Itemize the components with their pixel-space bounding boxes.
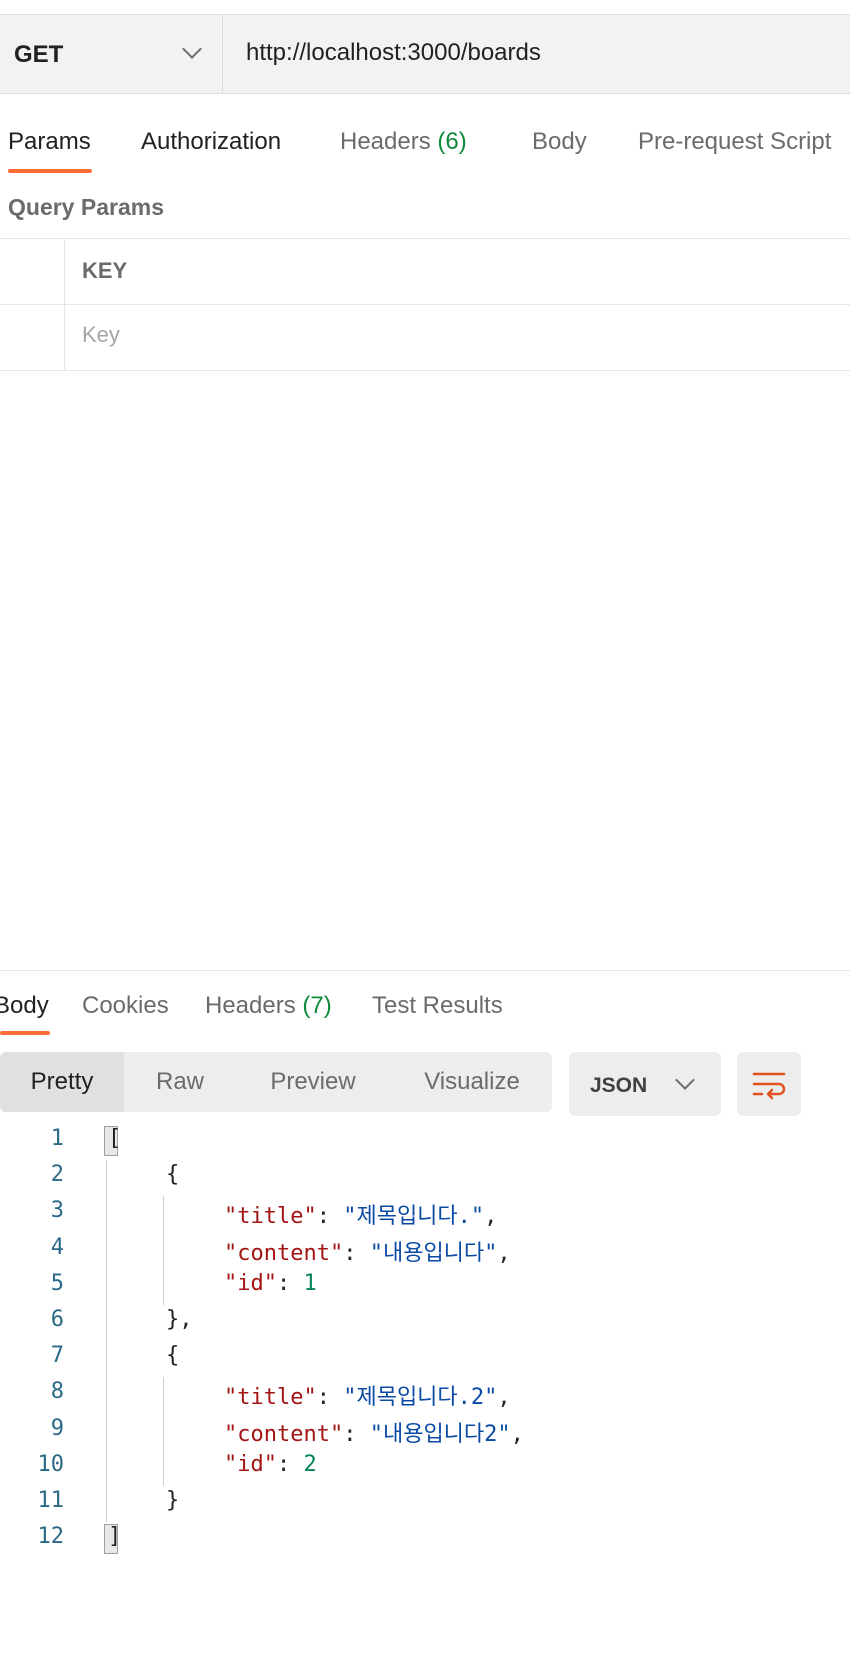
line-number: 9 bbox=[50, 1415, 64, 1441]
code-line: "content": "내용입니다", bbox=[224, 1235, 511, 1267]
indent-guide bbox=[163, 1196, 164, 1305]
json-string: "내용입니다2" bbox=[369, 1421, 511, 1447]
chevron-down-icon bbox=[182, 39, 202, 59]
json-punctuation: [ bbox=[108, 1126, 122, 1151]
json-punctuation: , bbox=[497, 1385, 511, 1411]
view-mode-visualize[interactable]: Visualize bbox=[410, 1052, 534, 1112]
line-number: 11 bbox=[37, 1488, 65, 1513]
json-key: "id" bbox=[224, 1270, 277, 1296]
table-divider bbox=[0, 304, 850, 305]
column-header-key: KEY bbox=[82, 258, 128, 283]
json-punctuation: ] bbox=[108, 1524, 122, 1550]
json-punctuation: : bbox=[343, 1421, 370, 1447]
method-select[interactable]: GET bbox=[0, 15, 223, 93]
format-label: JSON bbox=[590, 1074, 648, 1097]
json-punctuation: : bbox=[276, 1270, 304, 1296]
code-line: } bbox=[166, 1488, 179, 1513]
json-key: "id" bbox=[224, 1451, 277, 1477]
wrap-lines-button[interactable] bbox=[737, 1052, 801, 1116]
code-line: }, bbox=[166, 1307, 193, 1332]
json-punctuation: : bbox=[316, 1204, 344, 1230]
code-line: "title": "제목입니다.", bbox=[224, 1198, 497, 1230]
key-input[interactable]: Key bbox=[82, 322, 120, 348]
json-punctuation: }, bbox=[166, 1307, 193, 1332]
view-mode-pretty[interactable]: Pretty bbox=[0, 1052, 124, 1112]
url-input[interactable]: http://localhost:3000/boards bbox=[246, 39, 541, 67]
json-punctuation: { bbox=[166, 1343, 180, 1369]
tab-pre-request-script[interactable]: Pre-request Script bbox=[638, 128, 831, 156]
code-line: "id": 1 bbox=[224, 1271, 317, 1296]
format-select[interactable]: JSON bbox=[569, 1052, 721, 1116]
json-punctuation: , bbox=[484, 1204, 498, 1230]
query-params-title: Query Params bbox=[8, 194, 164, 220]
json-punctuation: : bbox=[316, 1385, 344, 1411]
code-line: [ bbox=[108, 1126, 121, 1151]
line-number: 5 bbox=[50, 1270, 64, 1296]
view-mode-raw[interactable]: Raw bbox=[136, 1052, 224, 1112]
json-punctuation: : bbox=[343, 1240, 370, 1266]
line-number: 3 bbox=[50, 1198, 64, 1224]
line-number: 6 bbox=[50, 1307, 64, 1332]
indent-guide bbox=[163, 1377, 164, 1486]
wrap-lines-icon bbox=[752, 1072, 786, 1100]
url-bar: GET http://localhost:3000/boards bbox=[0, 15, 850, 94]
json-punctuation: , bbox=[497, 1240, 511, 1266]
json-key: "title" bbox=[224, 1204, 317, 1230]
tab-params[interactable]: Params bbox=[8, 128, 91, 156]
headers-count: (6) bbox=[437, 128, 467, 155]
json-key: "content" bbox=[224, 1421, 344, 1447]
code-line: { bbox=[166, 1343, 179, 1368]
response-tab-cookies[interactable]: Cookies bbox=[82, 992, 169, 1020]
line-number: 4 bbox=[50, 1234, 64, 1260]
code-line: "id": 2 bbox=[224, 1452, 317, 1477]
table-column-divider bbox=[64, 238, 65, 370]
json-punctuation: : bbox=[276, 1451, 304, 1477]
code-line: "title": "제목입니다.2", bbox=[224, 1379, 511, 1411]
json-string: "제목입니다." bbox=[343, 1204, 485, 1230]
response-divider bbox=[0, 970, 850, 971]
json-key: "content" bbox=[224, 1240, 344, 1266]
response-headers-count: (7) bbox=[302, 992, 332, 1019]
tab-authorization[interactable]: Authorization bbox=[141, 128, 281, 156]
code-line: ] bbox=[108, 1524, 121, 1549]
json-punctuation: } bbox=[166, 1488, 180, 1513]
tab-body[interactable]: Body bbox=[532, 128, 587, 156]
line-number: 7 bbox=[50, 1343, 64, 1369]
json-string: "내용입니다" bbox=[369, 1240, 498, 1266]
code-line: "content": "내용입니다2", bbox=[224, 1416, 524, 1448]
json-key: "title" bbox=[224, 1385, 317, 1411]
code-line: { bbox=[166, 1162, 179, 1187]
json-punctuation: , bbox=[510, 1421, 524, 1447]
active-tab-underline bbox=[8, 169, 92, 173]
method-label: GET bbox=[14, 41, 64, 68]
response-tab-test-results[interactable]: Test Results bbox=[372, 992, 503, 1020]
tab-headers[interactable]: Headers (6) bbox=[340, 128, 467, 156]
view-mode-segment: Pretty Raw Preview Visualize bbox=[0, 1052, 552, 1112]
chevron-down-icon bbox=[675, 1070, 695, 1090]
line-number: 12 bbox=[37, 1524, 65, 1550]
json-number: 1 bbox=[303, 1270, 317, 1296]
table-divider bbox=[0, 370, 850, 371]
json-number: 2 bbox=[303, 1451, 317, 1477]
response-tab-headers[interactable]: Headers (7) bbox=[205, 992, 332, 1020]
response-tab-body[interactable]: Body bbox=[0, 992, 49, 1020]
line-number: 2 bbox=[50, 1162, 64, 1188]
json-punctuation: { bbox=[166, 1162, 180, 1188]
line-number: 1 bbox=[50, 1126, 64, 1151]
active-response-tab-underline bbox=[0, 1031, 50, 1035]
table-divider bbox=[0, 238, 850, 239]
indent-guide bbox=[106, 1160, 107, 1523]
line-number: 10 bbox=[37, 1451, 65, 1477]
json-string: "제목입니다.2" bbox=[343, 1385, 498, 1411]
view-mode-preview[interactable]: Preview bbox=[256, 1052, 370, 1112]
line-number: 8 bbox=[50, 1379, 64, 1405]
